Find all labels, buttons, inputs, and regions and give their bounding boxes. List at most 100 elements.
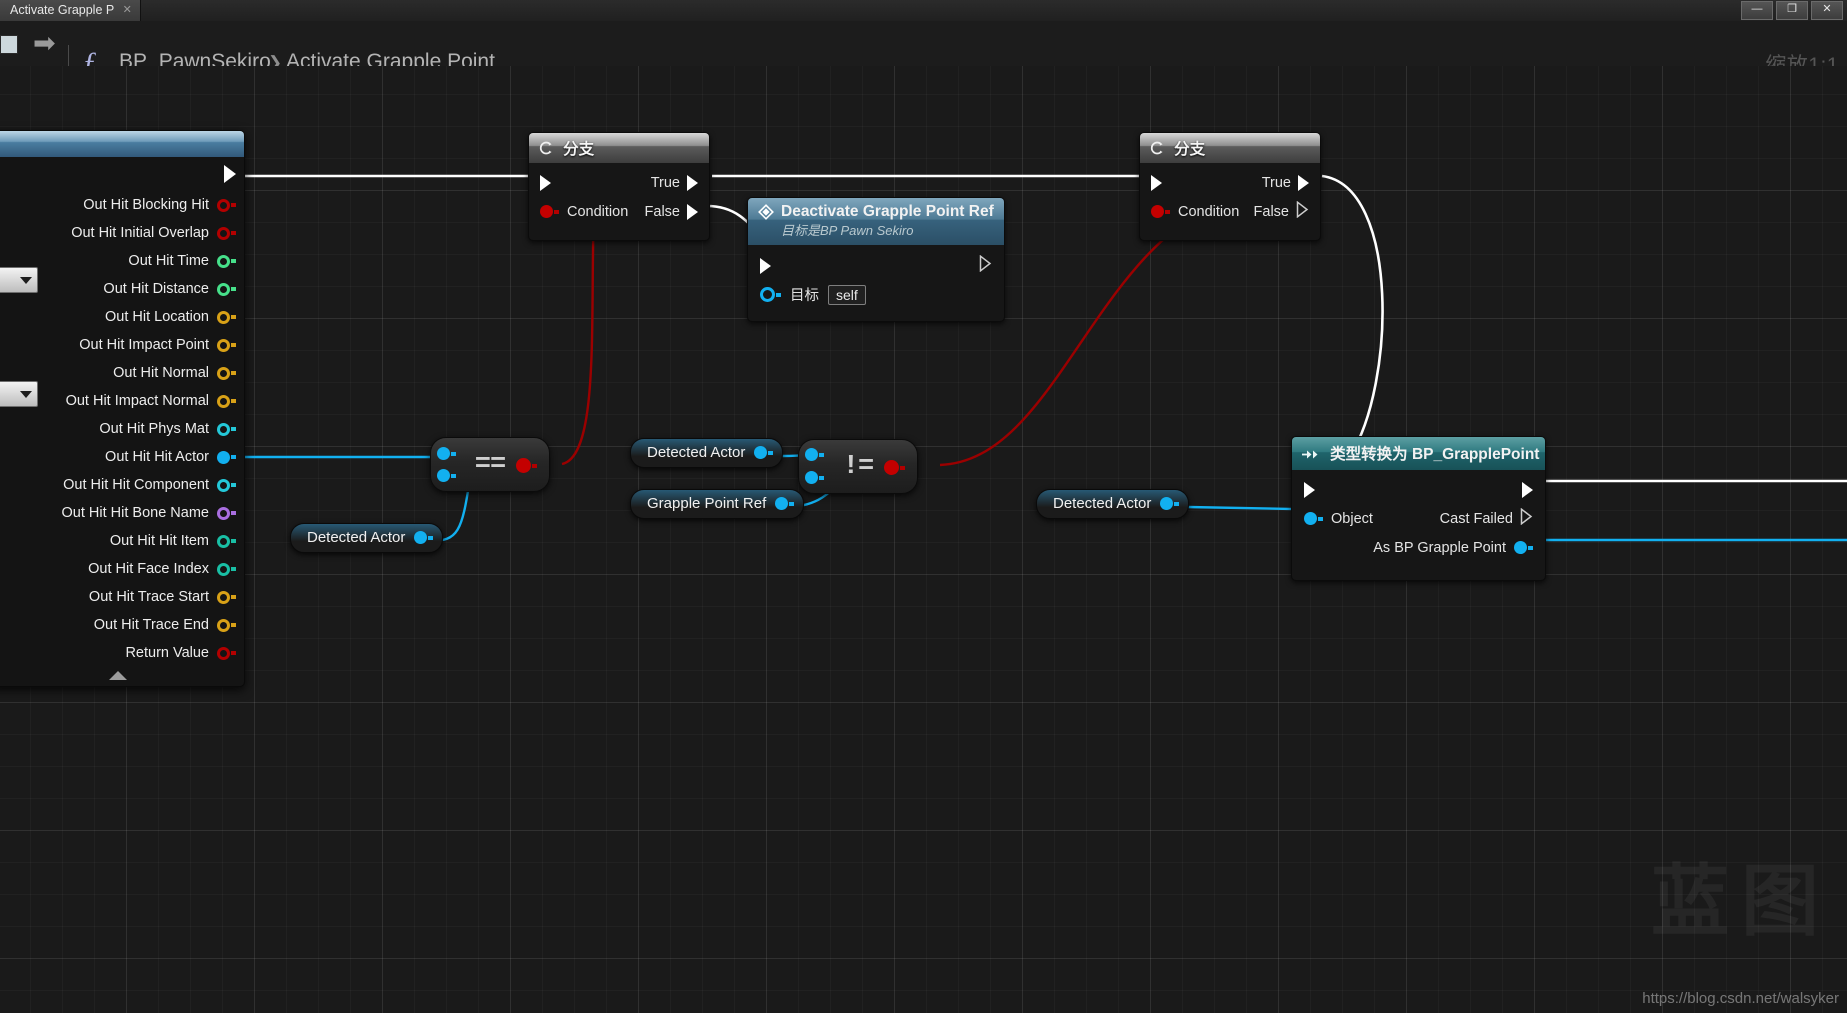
pin-out-hit-hit-actor[interactable]: Out Hit Hit Actor [0, 443, 244, 471]
branch-node-2[interactable]: 分支 True Condition False [1139, 132, 1321, 241]
pin-out-hit-hit-bone-name[interactable]: Out Hit Hit Bone Name [0, 499, 244, 527]
pin-label: Return Value [125, 645, 209, 661]
branch-1-condition-row[interactable]: Condition False [529, 197, 709, 226]
pin-icon-vector[interactable] [217, 366, 236, 380]
pin-out-hit-face-index[interactable]: Out Hit Face Index [0, 555, 244, 583]
maximize-button[interactable]: ❐ [1776, 1, 1808, 20]
branch-2-condition-row[interactable]: Condition False [1140, 197, 1320, 226]
pin-icon-vector[interactable] [217, 310, 236, 324]
dropdown-select-1[interactable] [0, 267, 38, 293]
pin-icon-vector[interactable] [217, 394, 236, 408]
equal-input-a-pin[interactable] [437, 447, 456, 460]
as-bp-grapple-point-pin-icon[interactable] [1514, 541, 1527, 554]
blueprint-graph-canvas[interactable]: Out Hit Blocking Hit Out Hit Initial Ove… [0, 66, 1847, 1013]
pin-icon-vector[interactable] [217, 590, 236, 604]
var-label: Detected Actor [307, 529, 406, 546]
pin-icon-actor[interactable] [217, 450, 236, 464]
var-out-pin-icon[interactable] [754, 446, 768, 459]
not-equal-operator-node[interactable]: != [798, 439, 918, 494]
editor-tab-activate-grapple-point[interactable]: Activate Grapple P ✕ [0, 0, 142, 21]
pin-out-hit-blocking-hit[interactable]: Out Hit Blocking Hit [0, 191, 244, 219]
dropdown-select-2[interactable] [0, 381, 38, 407]
collapse-node-icon[interactable] [108, 671, 127, 680]
var-out-pin-icon[interactable] [414, 531, 428, 544]
exec-out-true-pin-icon[interactable] [1298, 174, 1309, 191]
pin-icon-int[interactable] [217, 534, 236, 548]
branch-1-exec-row[interactable]: True [529, 168, 709, 197]
condition-pin-icon[interactable] [540, 205, 553, 218]
exec-out-false-pin-icon[interactable] [1296, 200, 1309, 222]
object-pin-icon[interactable] [1304, 512, 1317, 525]
cast-exec-row[interactable] [1292, 475, 1545, 504]
var-detected-actor-3[interactable]: Detected Actor [1036, 489, 1190, 519]
cast-failed-label: Cast Failed [1439, 510, 1513, 527]
branch-2-exec-row[interactable]: True [1140, 168, 1320, 197]
exec-out-pin-icon[interactable] [979, 254, 992, 276]
pin-icon-bool[interactable] [217, 198, 236, 212]
pin-icon-object[interactable] [217, 478, 236, 492]
deactivate-target-row[interactable]: 目标 self [748, 280, 1004, 309]
exec-in-pin-icon[interactable] [1151, 174, 1162, 191]
cast-as-row[interactable]: As BP Grapple Point [1292, 533, 1545, 562]
pin-label: Out Hit Normal [113, 365, 209, 381]
pin-out-hit-phys-mat[interactable]: Out Hit Phys Mat [0, 415, 244, 443]
pin-out-hit-initial-overlap[interactable]: Out Hit Initial Overlap [0, 219, 244, 247]
target-pin-icon[interactable] [760, 287, 775, 302]
exec-out-pin-icon[interactable] [1522, 481, 1533, 498]
window-controls: — ❐ ✕ [1741, 1, 1843, 20]
pin-out-hit-hit-component[interactable]: Out Hit Hit Component [0, 471, 244, 499]
branch-2-true-label: True [1261, 174, 1291, 191]
equal-input-b-pin[interactable] [437, 469, 456, 482]
var-grapple-point-ref[interactable]: Grapple Point Ref [630, 489, 805, 519]
function-entry-node-body: Out Hit Blocking Hit Out Hit Initial Ove… [0, 130, 245, 687]
deactivate-exec-row[interactable] [748, 251, 1004, 280]
pin-return-value[interactable]: Return Value [0, 639, 244, 667]
pin-icon-name[interactable] [217, 506, 236, 520]
pin-icon-float[interactable] [217, 282, 236, 296]
watermark-url: https://blog.csdn.net/walsyker [1642, 990, 1839, 1007]
pin-out-hit-trace-start[interactable]: Out Hit Trace Start [0, 583, 244, 611]
exec-in-pin-icon[interactable] [540, 174, 551, 191]
var-detected-actor-1[interactable]: Detected Actor [290, 523, 444, 553]
cast-to-bp-grapple-point-node[interactable]: 类型转换为 BP_GrapplePoint Object Cast Failed [1291, 436, 1546, 581]
pin-out-hit-hit-item[interactable]: Out Hit Hit Item [0, 527, 244, 555]
exec-out-cast-failed-pin-icon[interactable] [1520, 507, 1533, 529]
pin-icon-int[interactable] [217, 562, 236, 576]
pin-out-hit-trace-end[interactable]: Out Hit Trace End [0, 611, 244, 639]
exec-out-true-pin-icon[interactable] [687, 174, 698, 191]
pin-icon-bool[interactable] [217, 646, 236, 660]
pin-icon-object[interactable] [217, 422, 236, 436]
pin-out-hit-location[interactable]: Out Hit Location [0, 303, 244, 331]
not-equal-output-pin[interactable] [884, 460, 905, 475]
not-equal-input-a-pin[interactable] [805, 448, 824, 461]
condition-pin-icon[interactable] [1151, 205, 1164, 218]
exec-in-pin-icon[interactable] [760, 257, 771, 274]
tab-close-icon[interactable]: ✕ [121, 4, 133, 16]
deactivate-node-title: Deactivate Grapple Point Ref [781, 203, 994, 220]
pin-label: Out Hit Blocking Hit [83, 197, 209, 213]
pin-out-hit-impact-point[interactable]: Out Hit Impact Point [0, 331, 244, 359]
var-out-pin-icon[interactable] [1160, 497, 1174, 510]
pin-icon-bool[interactable] [217, 226, 236, 240]
exec-out-pin-icon[interactable] [224, 165, 236, 183]
exec-in-pin-icon[interactable] [1304, 481, 1315, 498]
pin-icon-float[interactable] [217, 254, 236, 268]
pin-icon-vector[interactable] [217, 618, 236, 632]
deactivate-target-value[interactable]: self [828, 284, 866, 305]
entry-exec-row[interactable] [0, 157, 244, 191]
var-out-pin-icon[interactable] [775, 497, 789, 510]
not-equal-input-b-pin[interactable] [805, 471, 824, 484]
branch-node-2-header: 分支 [1140, 133, 1320, 163]
close-button[interactable]: ✕ [1811, 1, 1843, 20]
equal-operator-node[interactable]: == [430, 437, 550, 492]
var-detected-actor-2[interactable]: Detected Actor [630, 438, 784, 468]
cast-object-row[interactable]: Object Cast Failed [1292, 504, 1545, 533]
minimize-button[interactable]: — [1741, 1, 1773, 20]
deactivate-grapple-point-ref-node[interactable]: Deactivate Grapple Point Ref 目标是BP Pawn … [747, 197, 1005, 322]
pin-icon-vector[interactable] [217, 338, 236, 352]
pin-label: Out Hit Impact Point [79, 337, 209, 353]
equal-output-pin[interactable] [516, 458, 537, 473]
exec-out-false-pin-icon[interactable] [687, 203, 698, 220]
function-entry-node[interactable]: Out Hit Blocking Hit Out Hit Initial Ove… [0, 130, 245, 687]
branch-node-1[interactable]: 分支 True Condition False [528, 132, 710, 241]
